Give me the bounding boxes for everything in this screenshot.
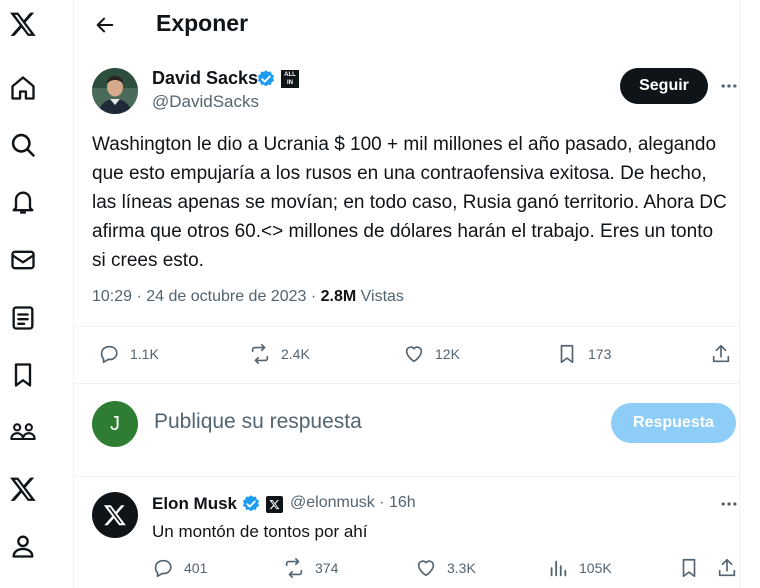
main-column: Exponer David Sacks ALL IN @DavidSacks S… xyxy=(74,0,740,588)
reply-like-count: 3.3K xyxy=(447,560,476,576)
bookmark-count: 173 xyxy=(588,346,612,362)
reply-action[interactable]: 1.1K xyxy=(98,343,159,365)
follow-button[interactable]: Seguir xyxy=(620,68,708,104)
reply-submit-button[interactable]: Respuesta xyxy=(611,403,736,443)
current-user-avatar[interactable]: J xyxy=(92,401,138,447)
reply-icon xyxy=(154,559,172,578)
views-label: Vistas xyxy=(356,288,404,305)
mail-icon[interactable] xyxy=(7,244,39,276)
communities-icon[interactable] xyxy=(7,416,39,448)
like-action[interactable]: 12K xyxy=(403,343,460,365)
bell-icon[interactable] xyxy=(7,186,39,218)
all-in-badge: ALL IN xyxy=(281,70,299,88)
repost-icon xyxy=(285,558,303,578)
reply-author-name[interactable]: Elon Musk xyxy=(152,494,237,514)
bookmark-icon[interactable] xyxy=(7,359,39,391)
profile-icon[interactable] xyxy=(7,530,39,562)
reply-repost-count: 374 xyxy=(315,560,339,576)
reply-author-avatar[interactable] xyxy=(92,492,138,538)
heart-icon xyxy=(417,560,435,577)
reply-reply-count: 401 xyxy=(184,560,208,576)
divider xyxy=(74,326,740,327)
x-logo-icon[interactable] xyxy=(7,8,39,40)
reply-repost-action[interactable]: 374 xyxy=(283,557,338,579)
tweet-time[interactable]: 10:29 · 24 de octubre de 2023 · xyxy=(92,288,321,305)
views-chart-icon xyxy=(550,560,567,577)
page-title: Exponer xyxy=(156,10,249,36)
views-count: 2.8M xyxy=(320,288,357,305)
like-count: 12K xyxy=(435,346,460,362)
more-options-icon[interactable] xyxy=(716,494,742,514)
premium-x-icon[interactable] xyxy=(7,473,39,505)
home-icon[interactable] xyxy=(7,72,39,104)
reply-bookmark-action[interactable] xyxy=(678,557,700,579)
reply-count: 1.1K xyxy=(130,346,159,362)
author-handle[interactable]: @DavidSacks xyxy=(152,92,259,112)
author-name[interactable]: David Sacks xyxy=(152,68,258,89)
tweet-meta: 10:29 · 24 de octubre de 2023 · 2.8M Vis… xyxy=(92,288,404,306)
bookmark-icon xyxy=(682,558,696,578)
reply-like-action[interactable]: 3.3K xyxy=(415,557,476,579)
heart-icon xyxy=(405,346,423,363)
share-action[interactable] xyxy=(710,343,732,365)
verified-badge-icon xyxy=(241,494,261,514)
verified-badge-icon xyxy=(256,69,276,89)
back-arrow-icon[interactable] xyxy=(90,10,120,40)
reply-input[interactable]: Publique su respuesta xyxy=(154,410,594,434)
repost-count: 2.4K xyxy=(281,346,310,362)
author-avatar[interactable] xyxy=(92,68,138,114)
reply-reply-action[interactable]: 401 xyxy=(152,557,207,579)
x-affiliate-badge-icon xyxy=(266,496,283,513)
bookmark-action[interactable]: 173 xyxy=(556,343,611,365)
sidebar xyxy=(0,0,74,588)
divider xyxy=(74,476,740,477)
reply-icon xyxy=(100,345,118,364)
reply-handle-time[interactable]: @elonmusk · 16h xyxy=(290,494,416,512)
share-icon xyxy=(718,558,736,577)
divider xyxy=(74,383,740,384)
search-icon[interactable] xyxy=(7,129,39,161)
tweet-text: Washington le dio a Ucrania $ 100 + mil … xyxy=(92,134,727,271)
repost-action[interactable]: 2.4K xyxy=(249,343,310,365)
repost-icon xyxy=(251,344,269,364)
reply-text: Un montón de tontos por ahí xyxy=(152,522,368,541)
more-options-icon[interactable] xyxy=(716,76,742,96)
header: Exponer xyxy=(74,0,740,50)
list-icon[interactable] xyxy=(7,302,39,334)
share-icon xyxy=(712,344,730,363)
reply-share-action[interactable] xyxy=(716,557,738,579)
reply-views-action[interactable]: 105K xyxy=(547,557,612,579)
reply-views-count: 105K xyxy=(579,560,612,576)
bookmark-icon xyxy=(560,344,574,364)
